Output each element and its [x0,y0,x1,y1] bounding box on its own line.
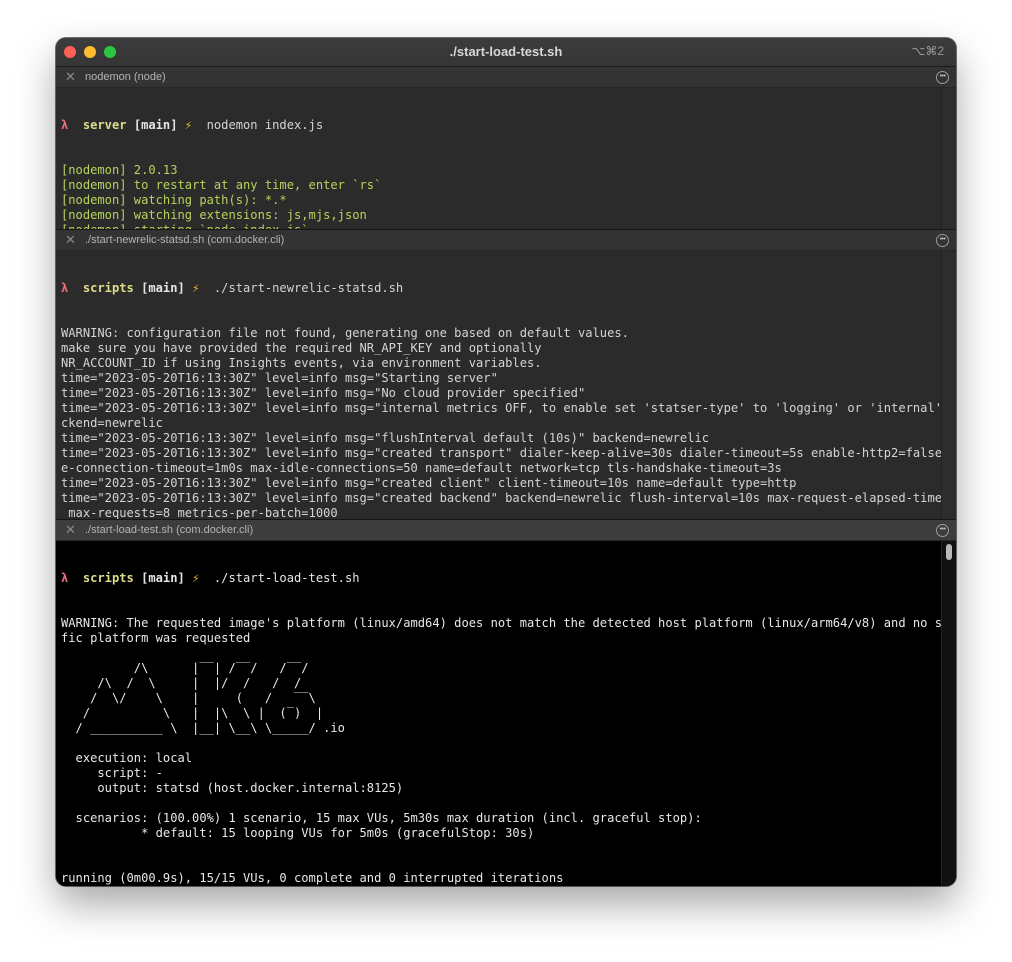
output-line: time="2023-05-20T16:13:30Z" level=info m… [61,476,797,490]
prompt-dir: server [82,118,127,132]
output-line: [nodemon] to restart at any time, enter … [61,178,382,192]
output-line: / \/ \ | ( / ‾‾\ [61,691,316,705]
pane-header[interactable]: ✕ nodemon (node) ••• [56,67,956,88]
pane-newrelic-statsd[interactable]: ✕ ./start-newrelic-statsd.sh (com.docker… [56,230,956,519]
output-line: make sure you have provided the required… [61,341,542,355]
output-line: max-requests=8 metrics-per-batch=1000 [61,506,338,519]
prompt-command: ./start-load-test.sh [199,571,360,585]
pane-title: ./start-newrelic-statsd.sh (com.docker.c… [85,234,285,246]
window-shortcut: ⌥⌘2 [911,44,944,58]
pane-load-test[interactable]: ✕ ./start-load-test.sh (com.docker.cli) … [56,520,956,886]
prompt-branch: [main] [133,118,178,132]
pane-title: ./start-load-test.sh (com.docker.cli) [85,524,254,536]
output-lines: WARNING: configuration file not found, g… [61,326,947,519]
prompt-command: nodemon index.js [192,118,324,132]
terminal-output[interactable]: λ scripts [main] ⚡ ./start-load-test.sh … [56,541,947,886]
prompt-line: λ scripts [main] ⚡ ./start-newrelic-stat… [61,281,947,296]
output-line: script: - [61,766,163,780]
prompt-dir: scripts [82,571,134,585]
close-pane-icon[interactable]: ✕ [65,232,76,248]
more-options-icon[interactable]: ••• [936,71,949,84]
window-title: ./start-load-test.sh [449,44,563,59]
output-line: time="2023-05-20T16:13:30Z" level=info m… [61,491,947,505]
scrollbar-thumb[interactable] [946,544,952,560]
pane-header[interactable]: ✕ ./start-load-test.sh (com.docker.cli) … [56,520,956,541]
pane-nodemon[interactable]: ✕ nodemon (node) ••• λ server [main] ⚡ n… [56,67,956,229]
output-line: WARNING: The requested image's platform … [61,616,947,630]
scrollbar[interactable] [941,541,956,886]
prompt-lambda: λ [61,571,69,585]
output-lines: [nodemon] 2.0.13 [nodemon] to restart at … [61,163,947,229]
close-pane-icon[interactable]: ✕ [65,69,76,85]
prompt-line: λ scripts [main] ⚡ ./start-load-test.sh [61,571,947,586]
title-bar[interactable]: ./start-load-test.sh ⌥⌘2 [56,38,956,67]
output-line: e-connection-timeout=1m0s max-idle-conne… [61,461,782,475]
output-line: / __________ \ |__| \__\ \_____/ .io [61,721,345,735]
bolt-icon: ⚡ [184,118,193,132]
terminal-output[interactable]: λ server [main] ⚡ nodemon index.js [node… [56,88,947,229]
output-line: WARNING: configuration file not found, g… [61,326,629,340]
output-line: execution: local [61,751,193,765]
output-line: /\ |‾‾| /‾‾/ /‾‾/ [61,661,309,675]
pane-header[interactable]: ✕ ./start-newrelic-statsd.sh (com.docker… [56,230,956,251]
pane-title: nodemon (node) [85,71,166,83]
output-line: scenarios: (100.00%) 1 scenario, 15 max … [61,811,702,825]
scrollbar[interactable] [941,88,956,229]
close-pane-icon[interactable]: ✕ [65,522,76,538]
more-options-icon[interactable]: ••• [936,524,949,537]
terminal-output[interactable]: λ scripts [main] ⚡ ./start-newrelic-stat… [56,251,947,519]
output-line: NR_ACCOUNT_ID if using Insights events, … [61,356,542,370]
output-line: ckend=newrelic [61,416,163,430]
output-line: time="2023-05-20T16:13:30Z" level=info m… [61,371,498,385]
output-line: time="2023-05-20T16:13:30Z" level=info m… [61,386,586,400]
output-line: * default: 15 looping VUs for 5m0s (grac… [61,826,535,840]
output-line: [nodemon] watching path(s): *.* [61,193,287,207]
prompt-lambda: λ [61,281,69,295]
output-line: [nodemon] watching extensions: js,mjs,js… [61,208,367,222]
more-options-icon[interactable]: ••• [936,234,949,247]
scrollbar[interactable] [941,251,956,519]
prompt-lambda: λ [61,118,69,132]
output-line: running (0m00.9s), 15/15 VUs, 0 complete… [61,871,564,885]
terminal-window: ./start-load-test.sh ⌥⌘2 ✕ nodemon (node… [56,38,956,886]
prompt-branch: [main] [141,571,185,585]
output-line: / \ | |\ \ | (‾) | [61,706,324,720]
output-line: fic platform was requested [61,631,251,645]
output-line: /\ / \ | |/ / / / [61,676,302,690]
output-line: output: statsd (host.docker.internal:812… [61,781,404,795]
prompt-line: λ server [main] ⚡ nodemon index.js [61,118,947,133]
output-line: time="2023-05-20T16:13:30Z" level=info m… [61,431,710,445]
output-line: time="2023-05-20T16:13:30Z" level=info m… [61,446,947,460]
prompt-branch: [main] [141,281,185,295]
output-lines: WARNING: The requested image's platform … [61,616,947,886]
output-line: [nodemon] 2.0.13 [61,163,178,177]
prompt-command: ./start-newrelic-statsd.sh [199,281,404,295]
output-line: time="2023-05-20T16:13:30Z" level=info m… [61,401,947,415]
prompt-dir: scripts [82,281,134,295]
